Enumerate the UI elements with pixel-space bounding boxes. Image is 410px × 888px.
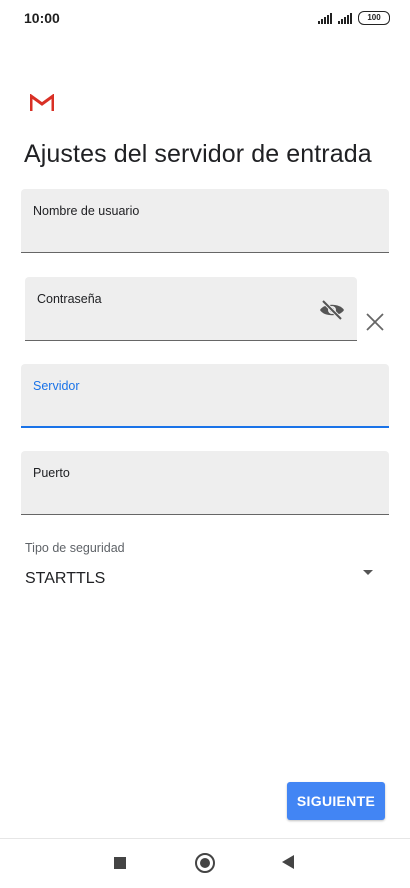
username-label: Nombre de usuario [33, 204, 140, 218]
server-input[interactable] [33, 401, 339, 418]
nav-back-icon[interactable] [282, 855, 294, 869]
gmail-icon [30, 94, 54, 111]
battery-indicator: 100 [358, 11, 390, 25]
dropdown-arrow-icon[interactable] [361, 568, 375, 578]
status-time: 10:00 [24, 10, 60, 26]
next-button[interactable]: SIGUIENTE [287, 782, 385, 820]
signal-icon [318, 12, 332, 24]
server-label: Servidor [33, 379, 80, 393]
username-field[interactable]: Nombre de usuario [21, 189, 389, 253]
security-type-label: Tipo de seguridad [25, 541, 125, 555]
username-input[interactable] [33, 227, 339, 244]
server-field[interactable]: Servidor [21, 364, 389, 428]
page-title: Ajustes del servidor de entrada [24, 140, 372, 168]
port-input[interactable] [33, 489, 339, 506]
password-input[interactable] [37, 315, 307, 332]
eye-off-icon[interactable] [319, 298, 345, 322]
password-label: Contraseña [37, 292, 102, 306]
nav-home-icon[interactable] [195, 853, 215, 873]
signal-icon-2 [338, 12, 352, 24]
port-field[interactable]: Puerto [21, 451, 389, 515]
security-type-select[interactable]: STARTTLS [25, 570, 105, 588]
close-icon[interactable] [364, 311, 386, 333]
nav-divider [0, 838, 410, 839]
password-field[interactable]: Contraseña [25, 277, 357, 341]
nav-recents-icon[interactable] [114, 857, 126, 869]
port-label: Puerto [33, 466, 70, 480]
status-icons: 100 [318, 11, 390, 25]
